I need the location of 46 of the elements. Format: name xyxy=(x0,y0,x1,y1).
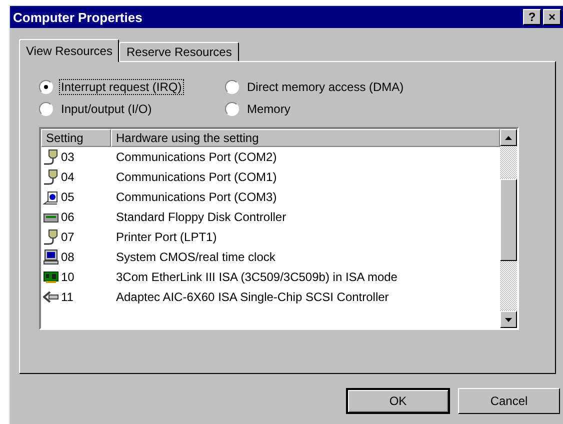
down-arrow-icon xyxy=(505,318,512,322)
network-card-icon xyxy=(43,269,59,285)
hardware-name: Standard Floppy Disk Controller xyxy=(115,210,286,224)
window-title: Computer Properties xyxy=(13,10,144,24)
scroll-down-button[interactable] xyxy=(500,311,517,328)
hardware-name: System CMOS/real time clock xyxy=(115,250,276,264)
hardware-name: Adaptec AIC-6X60 ISA Single-Chip SCSI Controller xyxy=(115,290,389,304)
tab[interactable]: View Resources xyxy=(19,39,120,62)
connector-icon xyxy=(43,289,59,305)
column-header[interactable]: Hardware using the setting xyxy=(111,129,500,147)
column-header[interactable]: Setting xyxy=(41,129,111,147)
radio-label[interactable]: Memory xyxy=(245,101,292,117)
hardware-name: Communications Port (COM2) xyxy=(115,150,277,164)
up-arrow-icon xyxy=(505,136,512,140)
setting-value: 05 xyxy=(61,190,74,204)
hardware-name: Communications Port (COM1) xyxy=(115,170,277,184)
setting-value: 08 xyxy=(61,250,74,264)
serial-port-icon xyxy=(43,149,59,165)
dialog-button[interactable]: OK xyxy=(346,388,450,414)
scrollbar[interactable] xyxy=(500,129,517,328)
radio-button[interactable] xyxy=(39,102,53,116)
radio-label[interactable]: Input/output (I/O) xyxy=(59,101,154,117)
hardware-name: Communications Port (COM3) xyxy=(115,190,277,204)
setting-value: 11 xyxy=(61,290,74,304)
modem-icon xyxy=(43,189,59,205)
setting-value: 10 xyxy=(61,270,74,284)
computer-icon xyxy=(43,249,59,265)
setting-value: 04 xyxy=(61,170,74,184)
setting-value: 03 xyxy=(61,150,74,164)
dialog-button[interactable]: Cancel xyxy=(458,388,560,414)
scroll-up-button[interactable] xyxy=(500,129,517,146)
help-button[interactable]: ? xyxy=(523,9,541,25)
radio-button[interactable] xyxy=(225,102,239,116)
close-button[interactable]: × xyxy=(543,9,561,25)
scroll-thumb[interactable] xyxy=(500,179,517,261)
hardware-name: 3Com EtherLink III ISA (3C509/3C509b) in ISA mode xyxy=(115,270,398,284)
radio-button[interactable] xyxy=(225,80,239,94)
serial-port-icon xyxy=(43,229,59,245)
setting-value: 06 xyxy=(61,210,74,224)
setting-value: 07 xyxy=(61,230,74,244)
radio-label[interactable]: Direct memory access (DMA) xyxy=(245,79,406,95)
radio-label[interactable]: Interrupt request (IRQ) xyxy=(59,79,184,95)
hardware-name: Printer Port (LPT1) xyxy=(115,230,217,244)
radio-button[interactable] xyxy=(39,80,53,94)
tab[interactable]: Reserve Resources xyxy=(119,42,239,61)
serial-port-icon xyxy=(43,169,59,185)
